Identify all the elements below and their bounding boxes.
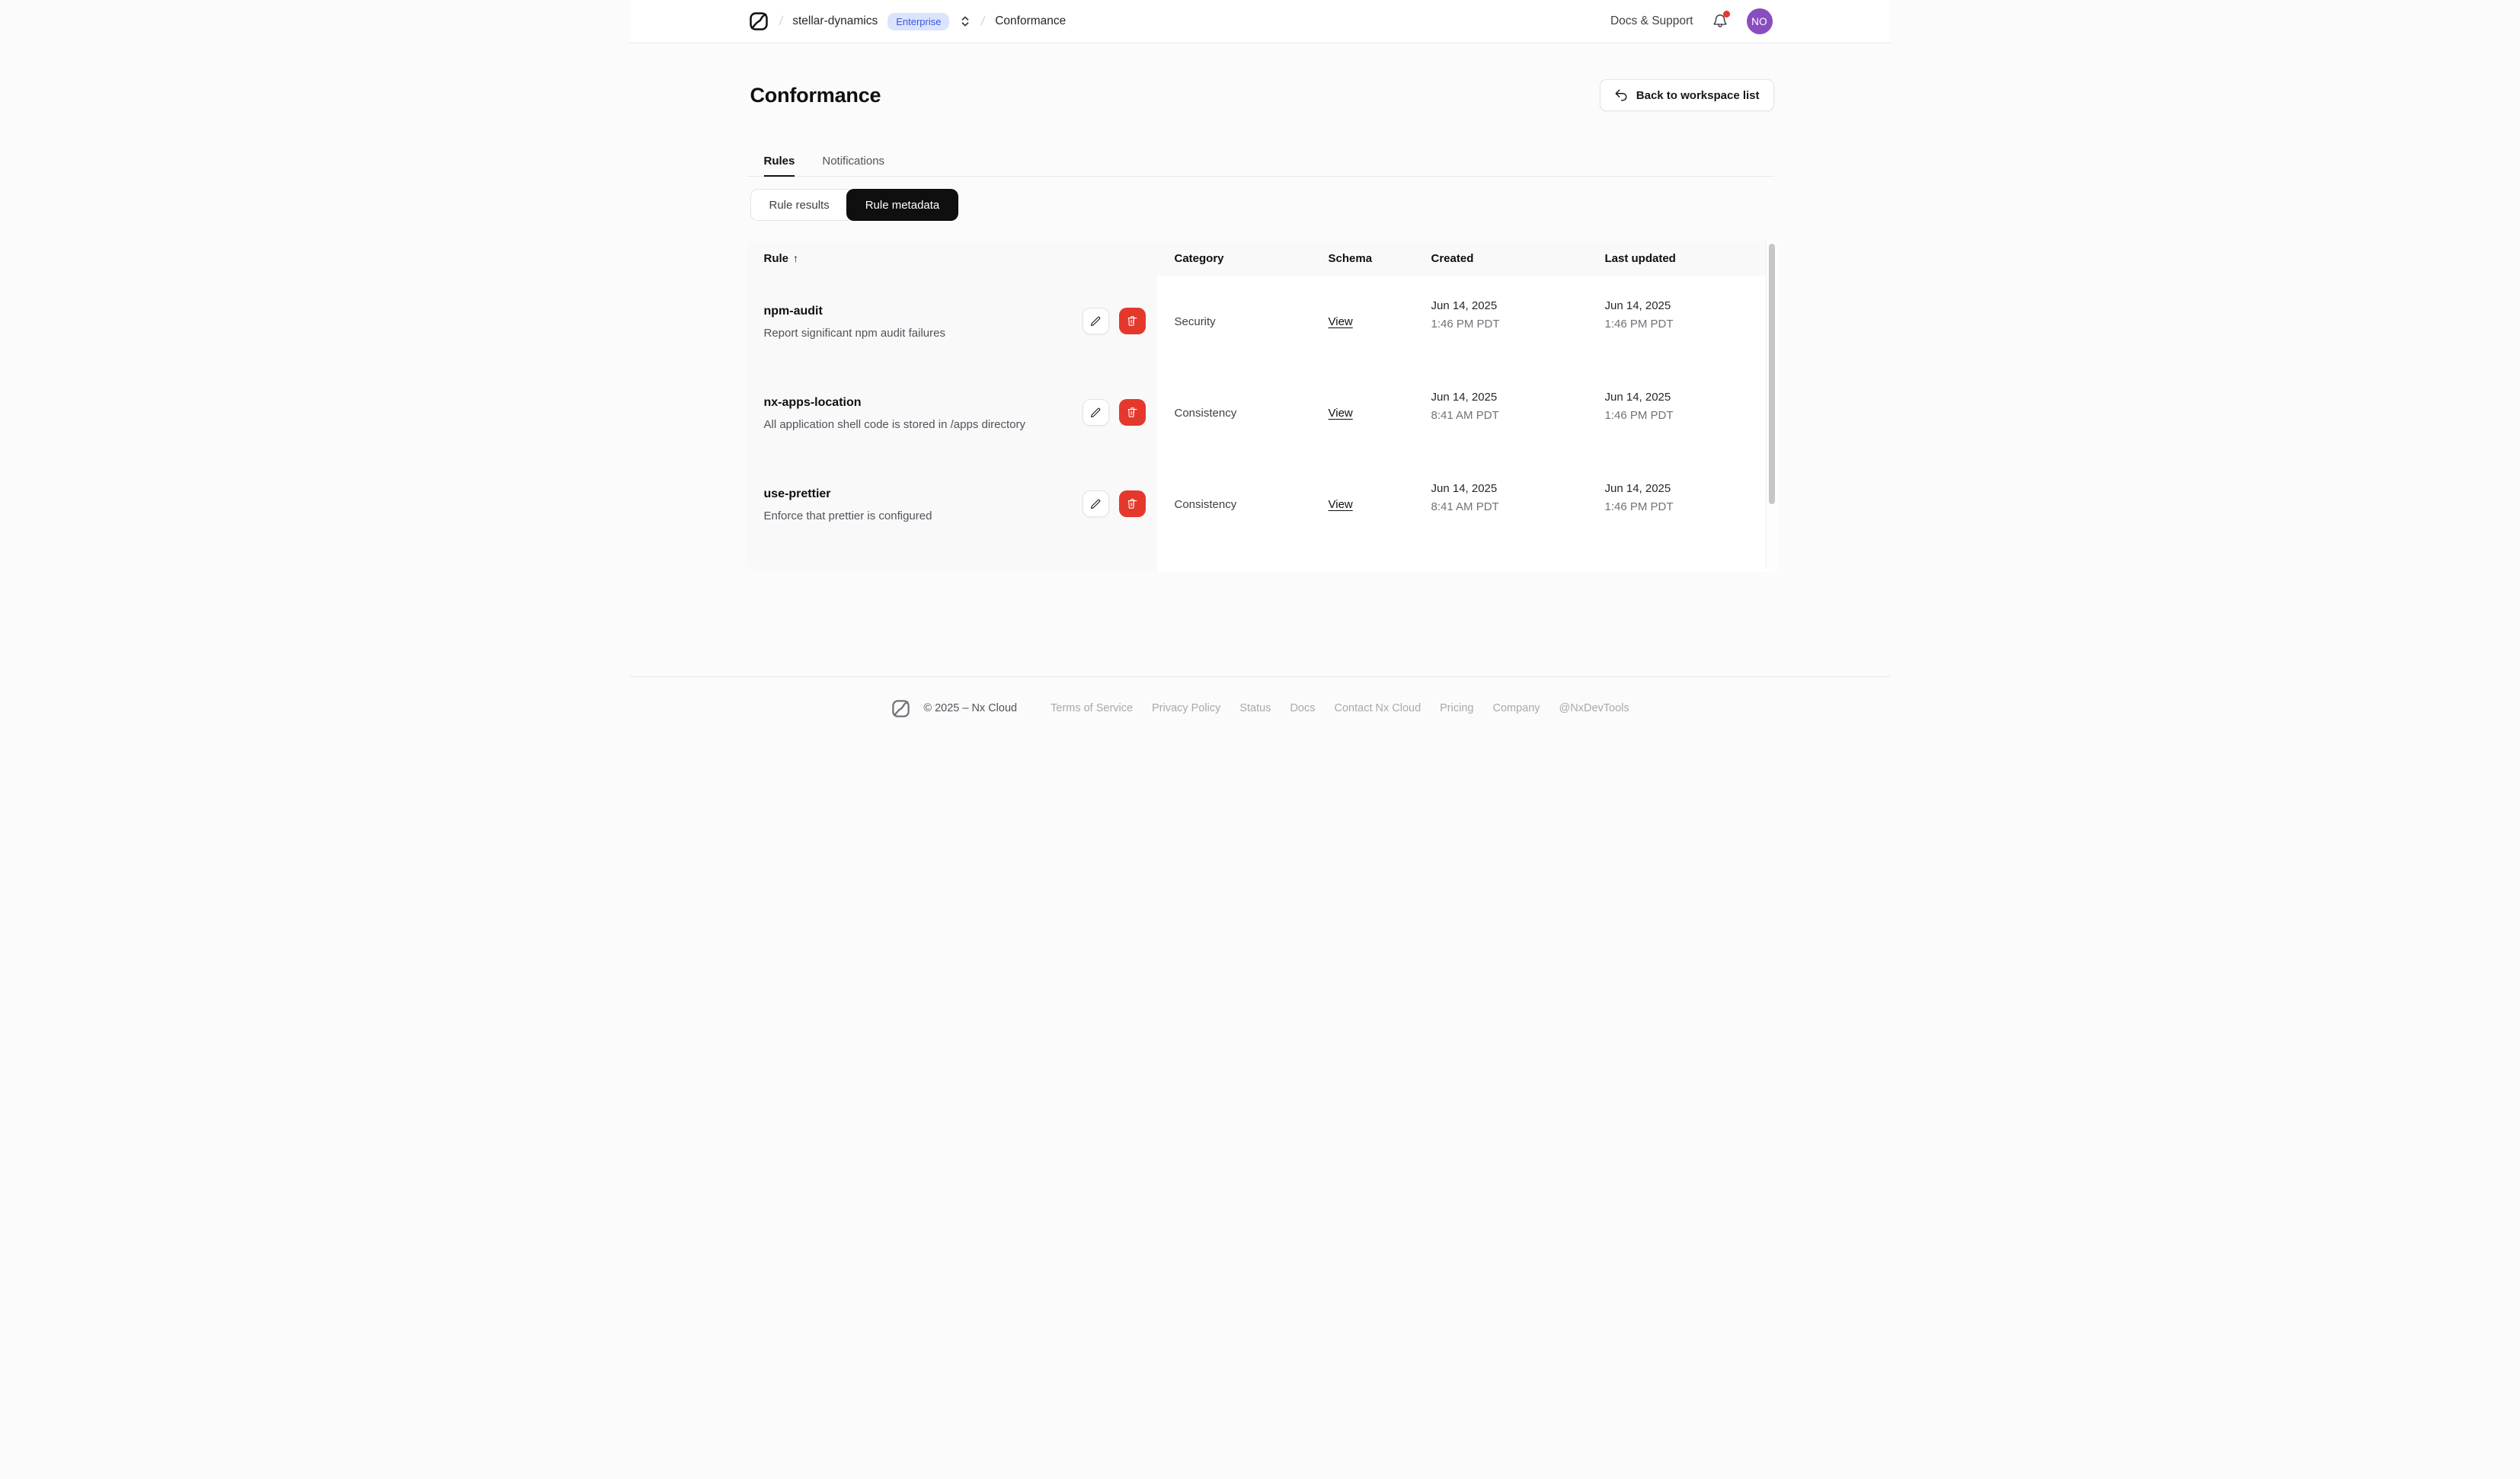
tab-bar: Rules Notifications bbox=[746, 155, 1774, 177]
breadcrumb-separator: / bbox=[980, 14, 987, 28]
workspace-switcher-icon[interactable] bbox=[959, 15, 971, 27]
table-header-row: Rule ↑ Category Schema Created Last updat… bbox=[746, 241, 1778, 276]
created-date: Jun 14, 2025 bbox=[1431, 482, 1498, 495]
back-to-workspace-list-button[interactable]: Back to workspace list bbox=[1599, 79, 1774, 111]
copyright-text: © 2025 – Nx Cloud bbox=[923, 702, 1018, 714]
edit-rule-button[interactable] bbox=[1082, 490, 1109, 517]
pencil-icon bbox=[1091, 499, 1101, 509]
tab-notifications[interactable]: Notifications bbox=[822, 155, 884, 177]
created-cell: Jun 14, 2025 1:46 PM PDT bbox=[1414, 276, 1588, 367]
docs-support-link[interactable]: Docs & Support bbox=[1610, 14, 1693, 28]
created-date: Jun 14, 2025 bbox=[1431, 391, 1498, 404]
updated-time: 1:46 PM PDT bbox=[1604, 500, 1674, 513]
notifications-bell-icon[interactable] bbox=[1712, 11, 1730, 30]
created-date: Jun 14, 2025 bbox=[1431, 299, 1498, 312]
pencil-icon bbox=[1091, 407, 1101, 417]
table-scrollbar-track bbox=[1765, 241, 1778, 569]
view-schema-link[interactable]: View bbox=[1329, 407, 1353, 420]
column-header-category: Category bbox=[1174, 252, 1224, 265]
edit-rule-button[interactable] bbox=[1082, 308, 1109, 334]
return-arrow-icon bbox=[1615, 89, 1627, 101]
rule-view-toggle: Rule results Rule metadata bbox=[750, 189, 959, 221]
rules-table: Rule ↑ Category Schema Created Last updat… bbox=[746, 241, 1778, 571]
delete-rule-button[interactable] bbox=[1118, 490, 1146, 517]
created-cell: Jun 14, 2025 8:41 AM PDT bbox=[1414, 458, 1588, 550]
delete-rule-button[interactable] bbox=[1118, 399, 1146, 426]
breadcrumb-separator: / bbox=[778, 14, 784, 28]
footer-link-company[interactable]: Company bbox=[1492, 702, 1540, 714]
rule-cell: nx-apps-location All application shell c… bbox=[746, 367, 1157, 458]
rule-cell: npm-audit Report significant npm audit f… bbox=[746, 276, 1157, 367]
plan-badge: Enterprise bbox=[887, 12, 950, 30]
footer-link-docs[interactable]: Docs bbox=[1290, 702, 1315, 714]
tab-rules[interactable]: Rules bbox=[763, 155, 795, 177]
pencil-icon bbox=[1091, 316, 1101, 326]
table-row: npm-audit Report significant npm audit f… bbox=[746, 276, 1778, 367]
rule-metadata-toggle-button[interactable]: Rule metadata bbox=[846, 189, 959, 221]
last-updated-cell: Jun 14, 2025 1:46 PM PDT bbox=[1588, 367, 1778, 458]
footer-links: Terms of Service Privacy Policy Status D… bbox=[1051, 702, 1629, 714]
column-header-created: Created bbox=[1431, 252, 1474, 265]
page-footer: © 2025 – Nx Cloud Terms of Service Priva… bbox=[630, 676, 1890, 740]
footer-link-twitter[interactable]: @NxDevTools bbox=[1559, 702, 1629, 714]
breadcrumb: / stellar-dynamics Enterprise / Conforma… bbox=[748, 11, 1067, 32]
column-header-schema: Schema bbox=[1328, 252, 1373, 265]
column-header-rule[interactable]: Rule ↑ bbox=[747, 252, 1157, 265]
user-avatar[interactable]: NO bbox=[1746, 8, 1773, 34]
created-time: 1:46 PM PDT bbox=[1431, 318, 1500, 331]
view-schema-link[interactable]: View bbox=[1329, 315, 1353, 328]
delete-rule-button[interactable] bbox=[1118, 308, 1146, 334]
rule-category: Consistency bbox=[1174, 407, 1237, 420]
updated-date: Jun 14, 2025 bbox=[1604, 299, 1671, 312]
page-title: Conformance bbox=[750, 83, 881, 107]
footer-link-terms[interactable]: Terms of Service bbox=[1051, 702, 1133, 714]
nx-logo-icon[interactable] bbox=[748, 11, 769, 32]
trash-icon bbox=[1127, 407, 1137, 417]
column-header-last-updated: Last updated bbox=[1604, 252, 1676, 265]
table-scrollbar-thumb[interactable] bbox=[1768, 244, 1775, 504]
rule-cell: use-prettier Enforce that prettier is co… bbox=[746, 458, 1157, 550]
table-row: nx-apps-location All application shell c… bbox=[746, 367, 1778, 458]
last-updated-cell: Jun 14, 2025 1:46 PM PDT bbox=[1588, 458, 1778, 550]
created-time: 8:41 AM PDT bbox=[1431, 500, 1499, 513]
updated-time: 1:46 PM PDT bbox=[1604, 318, 1674, 331]
footer-link-pricing[interactable]: Pricing bbox=[1440, 702, 1473, 714]
last-updated-cell: Jun 14, 2025 1:46 PM PDT bbox=[1588, 276, 1778, 367]
trash-icon bbox=[1127, 316, 1137, 326]
top-navbar: / stellar-dynamics Enterprise / Conforma… bbox=[630, 0, 1890, 43]
sort-ascending-arrow: ↑ bbox=[793, 252, 799, 264]
trash-icon bbox=[1127, 499, 1137, 509]
updated-time: 1:46 PM PDT bbox=[1604, 409, 1674, 422]
updated-date: Jun 14, 2025 bbox=[1604, 391, 1671, 404]
rule-results-toggle-button[interactable]: Rule results bbox=[750, 189, 849, 221]
notification-dot bbox=[1722, 11, 1730, 18]
breadcrumb-current-page: Conformance bbox=[995, 14, 1067, 27]
created-cell: Jun 14, 2025 8:41 AM PDT bbox=[1414, 367, 1588, 458]
view-schema-link[interactable]: View bbox=[1329, 498, 1353, 511]
updated-date: Jun 14, 2025 bbox=[1604, 482, 1671, 495]
edit-rule-button[interactable] bbox=[1082, 399, 1109, 426]
rule-category: Security bbox=[1174, 315, 1216, 328]
workspace-name[interactable]: stellar-dynamics bbox=[792, 14, 878, 28]
footer-link-privacy[interactable]: Privacy Policy bbox=[1152, 702, 1220, 714]
nx-logo-icon bbox=[891, 698, 911, 719]
rule-category: Consistency bbox=[1174, 498, 1237, 511]
created-time: 8:41 AM PDT bbox=[1431, 409, 1499, 422]
footer-link-contact[interactable]: Contact Nx Cloud bbox=[1335, 702, 1421, 714]
main-content: Conformance Back to workspace list Rules… bbox=[746, 43, 1778, 571]
table-row: use-prettier Enforce that prettier is co… bbox=[746, 458, 1778, 550]
footer-link-status[interactable]: Status bbox=[1239, 702, 1271, 714]
